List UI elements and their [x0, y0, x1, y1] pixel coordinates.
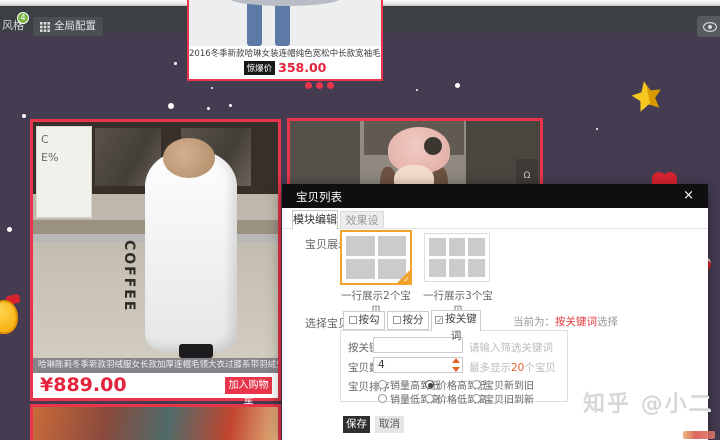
quantity-stepper[interactable] — [451, 358, 461, 372]
current-selection-note: 当前为：按关键词选择 — [513, 314, 618, 329]
global-config-label: 全局配置 — [54, 20, 96, 32]
product-title-left: 哈琳陈莉冬季新款羽绒服女长款加厚连帽毛领大衣过膝系带羽绒外套 — [33, 358, 278, 373]
note-prefix: 当前为： — [513, 316, 555, 328]
product-card-left[interactable]: C E% COFFEE 哈琳陈莉冬季新款羽绒服女长款加厚连帽毛领大衣过膝系带羽绒外… — [30, 119, 281, 408]
image-shape — [247, 2, 262, 46]
product-price-left: ¥889.00 — [40, 374, 127, 396]
note-highlight: 按关键词 — [555, 316, 597, 328]
product-card-left-2[interactable] — [30, 404, 281, 440]
select-tab-by-category[interactable]: 按分类 — [387, 311, 429, 343]
radio-label: 宝贝新到旧 — [484, 381, 534, 392]
hint-suffix: 个宝贝 — [524, 362, 556, 374]
hint-max-count: 20 — [511, 362, 525, 374]
keyword-hint: 请输入筛选关键词 — [469, 342, 553, 354]
checkbox-icon — [348, 316, 357, 324]
radio-icon[interactable] — [378, 394, 387, 403]
coffee-sign-text: COFFEE — [121, 240, 137, 313]
carousel-dot[interactable] — [316, 82, 323, 89]
check-icon: ✓ — [403, 275, 410, 284]
fur-hood-shape — [163, 138, 215, 178]
radio-icon[interactable] — [472, 380, 481, 389]
layout-thumb-3x2 — [429, 238, 485, 277]
snow-dot — [211, 87, 213, 89]
snow-dot — [174, 62, 177, 65]
image-shape — [229, 0, 341, 6]
snow-dot — [7, 227, 12, 232]
carousel-price: 358.00 — [278, 60, 327, 75]
chalk-text: E% — [41, 150, 59, 164]
snow-dot — [168, 103, 174, 109]
white-coat-shape — [145, 150, 237, 352]
layout-option-2col[interactable]: ✓ — [340, 230, 412, 285]
quantity-input[interactable] — [373, 357, 463, 373]
radio-icon[interactable] — [378, 380, 387, 389]
star-decoration — [631, 81, 661, 112]
add-to-cart-button[interactable]: 加入购物车 — [225, 377, 272, 408]
select-tab-by-check[interactable]: 按勾选 — [343, 311, 385, 343]
select-tab-by-keyword[interactable]: ✓ 按关键词 — [431, 310, 481, 342]
product-image-left: C E% COFFEE — [33, 122, 278, 358]
save-button[interactable]: 保存 — [343, 416, 370, 433]
image-shape — [179, 344, 213, 358]
snow-dot — [22, 114, 26, 118]
modal-header: 宝贝列表 × — [282, 184, 708, 208]
tab-effect-settings[interactable]: 效果设置 — [340, 211, 384, 244]
snow-dot — [229, 104, 232, 107]
carousel-product-title: 2016冬季新款哈琳女装连帽纯色宽松中长款宽袖毛军工棉 — [189, 49, 381, 59]
snow-dot — [416, 89, 418, 91]
price-tag-badge: 惊爆价 — [243, 60, 276, 75]
layout-option-3col[interactable] — [424, 233, 490, 282]
bell-decoration — [0, 300, 18, 334]
product-price-area: ¥889.00 加入购物车 — [33, 373, 278, 408]
stepper-up-icon[interactable] — [452, 358, 460, 363]
style-count-badge: 4 — [17, 12, 29, 24]
note-suffix: 选择 — [597, 316, 618, 328]
chalkboard-sign: C E% — [36, 126, 92, 218]
carousel-product-card[interactable]: 2016冬季新款哈琳女装连帽纯色宽松中长款宽袖毛军工棉 惊爆价 358.00 — [187, 0, 383, 81]
preview-button[interactable] — [697, 16, 720, 37]
cancel-button[interactable]: 取消 — [375, 416, 404, 433]
partial-bottom-badge — [683, 431, 715, 439]
tab-module-edit[interactable]: 模块编辑 — [292, 210, 338, 229]
grid-icon — [40, 21, 50, 32]
quantity-hint: 最多显示20个宝贝 — [469, 360, 556, 375]
keyword-input[interactable] — [373, 337, 463, 353]
carousel-price-row: 惊爆价 358.00 — [189, 60, 381, 75]
carousel-dot[interactable] — [327, 82, 334, 89]
checkbox-icon — [392, 316, 401, 324]
hint-prefix: 最多显示 — [469, 362, 511, 374]
snow-dot — [455, 83, 460, 88]
image-shape — [275, 2, 290, 46]
snow-dot — [207, 107, 210, 110]
checkbox-checked-icon: ✓ — [435, 316, 444, 325]
product-image — [33, 407, 278, 440]
modal-title: 宝贝列表 — [296, 190, 342, 204]
radio-label: 宝贝旧到新 — [484, 395, 534, 406]
close-icon[interactable]: × — [683, 188, 694, 203]
image-shape — [424, 137, 442, 155]
stepper-down-icon[interactable] — [452, 367, 460, 372]
carousel-dot[interactable] — [305, 82, 312, 89]
watermark: 知乎 @小二 — [583, 392, 713, 417]
radio-selected-icon[interactable] — [425, 380, 434, 389]
page: 风格 4 全局配置 2016冬季新款哈琳女装连帽纯色宽松中长款宽袖毛 惊爆价 3… — [0, 0, 720, 440]
radio-icon[interactable] — [472, 394, 481, 403]
snow-dot — [596, 128, 598, 130]
radio-item-old-new[interactable]: 宝贝旧到新 — [472, 391, 534, 406]
carousel-product-image — [189, 0, 381, 46]
radio-item-new-old[interactable]: 宝贝新到旧 — [472, 377, 534, 392]
global-config-button[interactable]: 全局配置 — [33, 17, 103, 36]
eye-icon — [703, 21, 717, 32]
carousel-dots — [305, 82, 334, 89]
radio-icon[interactable] — [425, 394, 434, 403]
tab-divider — [282, 228, 708, 229]
